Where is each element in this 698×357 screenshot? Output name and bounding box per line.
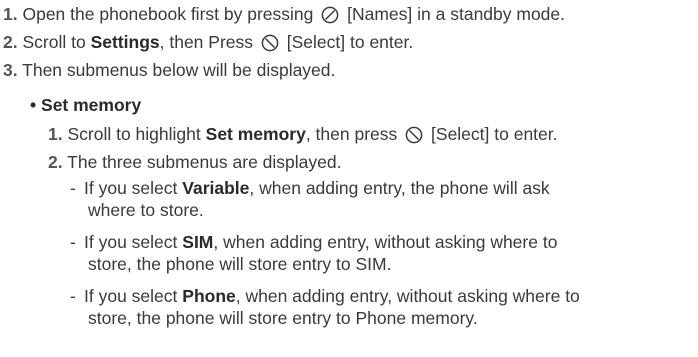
step-text: , then Press: [159, 32, 254, 52]
option-phone-line-2: store, the phone will store entry to Pho…: [88, 307, 478, 329]
step-text: [Names] in a standby mode.: [347, 4, 566, 24]
step-text: Scroll to highlight: [67, 124, 201, 144]
step-text: The three submenus are displayed.: [67, 152, 342, 172]
step-2: 2. Scroll to Settings, then Press [Selec…: [3, 31, 413, 53]
option-text: store, the phone will store entry to SIM…: [88, 254, 392, 274]
substep-1: 1. Scroll to highlight Set memory, then …: [48, 123, 558, 145]
option-text: , when adding entry, the phone will ask: [249, 178, 550, 198]
step-text: Then submenus below will be displayed.: [22, 60, 336, 80]
option-phone-line-1: - If you select Phone, when adding entry,…: [70, 285, 580, 307]
step-1: 1. Open the phonebook first by pressing …: [3, 3, 565, 25]
option-text: If you select: [84, 178, 178, 198]
step-text: Open the phonebook first by pressing: [22, 4, 314, 24]
left-soft-key-icon: [321, 6, 339, 24]
step-number: 2.: [3, 32, 18, 52]
option-text: store, the phone will store entry to Pho…: [88, 308, 478, 328]
option-sim-line-1: - If you select SIM, when adding entry, w…: [70, 231, 557, 253]
section-heading: Set memory: [41, 95, 142, 115]
option-sim-line-2: store, the phone will store entry to SIM…: [88, 253, 391, 275]
step-text: , then press: [305, 124, 398, 144]
option-text: where to store.: [88, 200, 204, 220]
list-dash: -: [70, 232, 76, 252]
option-text: , when adding entry, without asking wher…: [235, 286, 580, 306]
list-dash: -: [70, 178, 76, 198]
option-variable-line-1: - If you select Variable, when adding ent…: [70, 177, 550, 199]
step-number: 2.: [48, 152, 63, 172]
list-dash: -: [70, 286, 76, 306]
step-text: [Select] to enter.: [286, 32, 414, 52]
step-text: Scroll to: [22, 32, 86, 52]
step-number: 1.: [48, 124, 63, 144]
option-name: Variable: [182, 178, 250, 198]
step-text: [Select] to enter.: [431, 124, 558, 144]
option-name: SIM: [182, 232, 214, 252]
step-number: 1.: [3, 4, 18, 24]
option-name: Phone: [182, 286, 236, 306]
menu-name: Set memory: [205, 124, 306, 144]
option-text: , when adding entry, without asking wher…: [213, 232, 558, 252]
menu-name: Settings: [90, 32, 160, 52]
section-title: • Set memory: [30, 94, 141, 116]
right-soft-key-icon: [261, 34, 279, 52]
option-text: If you select: [84, 286, 178, 306]
substep-2: 2. The three submenus are displayed.: [48, 151, 341, 173]
step-3: 3. Then submenus below will be displayed…: [3, 59, 335, 81]
option-text: If you select: [84, 232, 178, 252]
bullet: •: [30, 95, 37, 115]
option-variable-line-2: where to store.: [88, 199, 204, 221]
right-soft-key-icon: [405, 126, 423, 144]
step-number: 3.: [3, 60, 18, 80]
